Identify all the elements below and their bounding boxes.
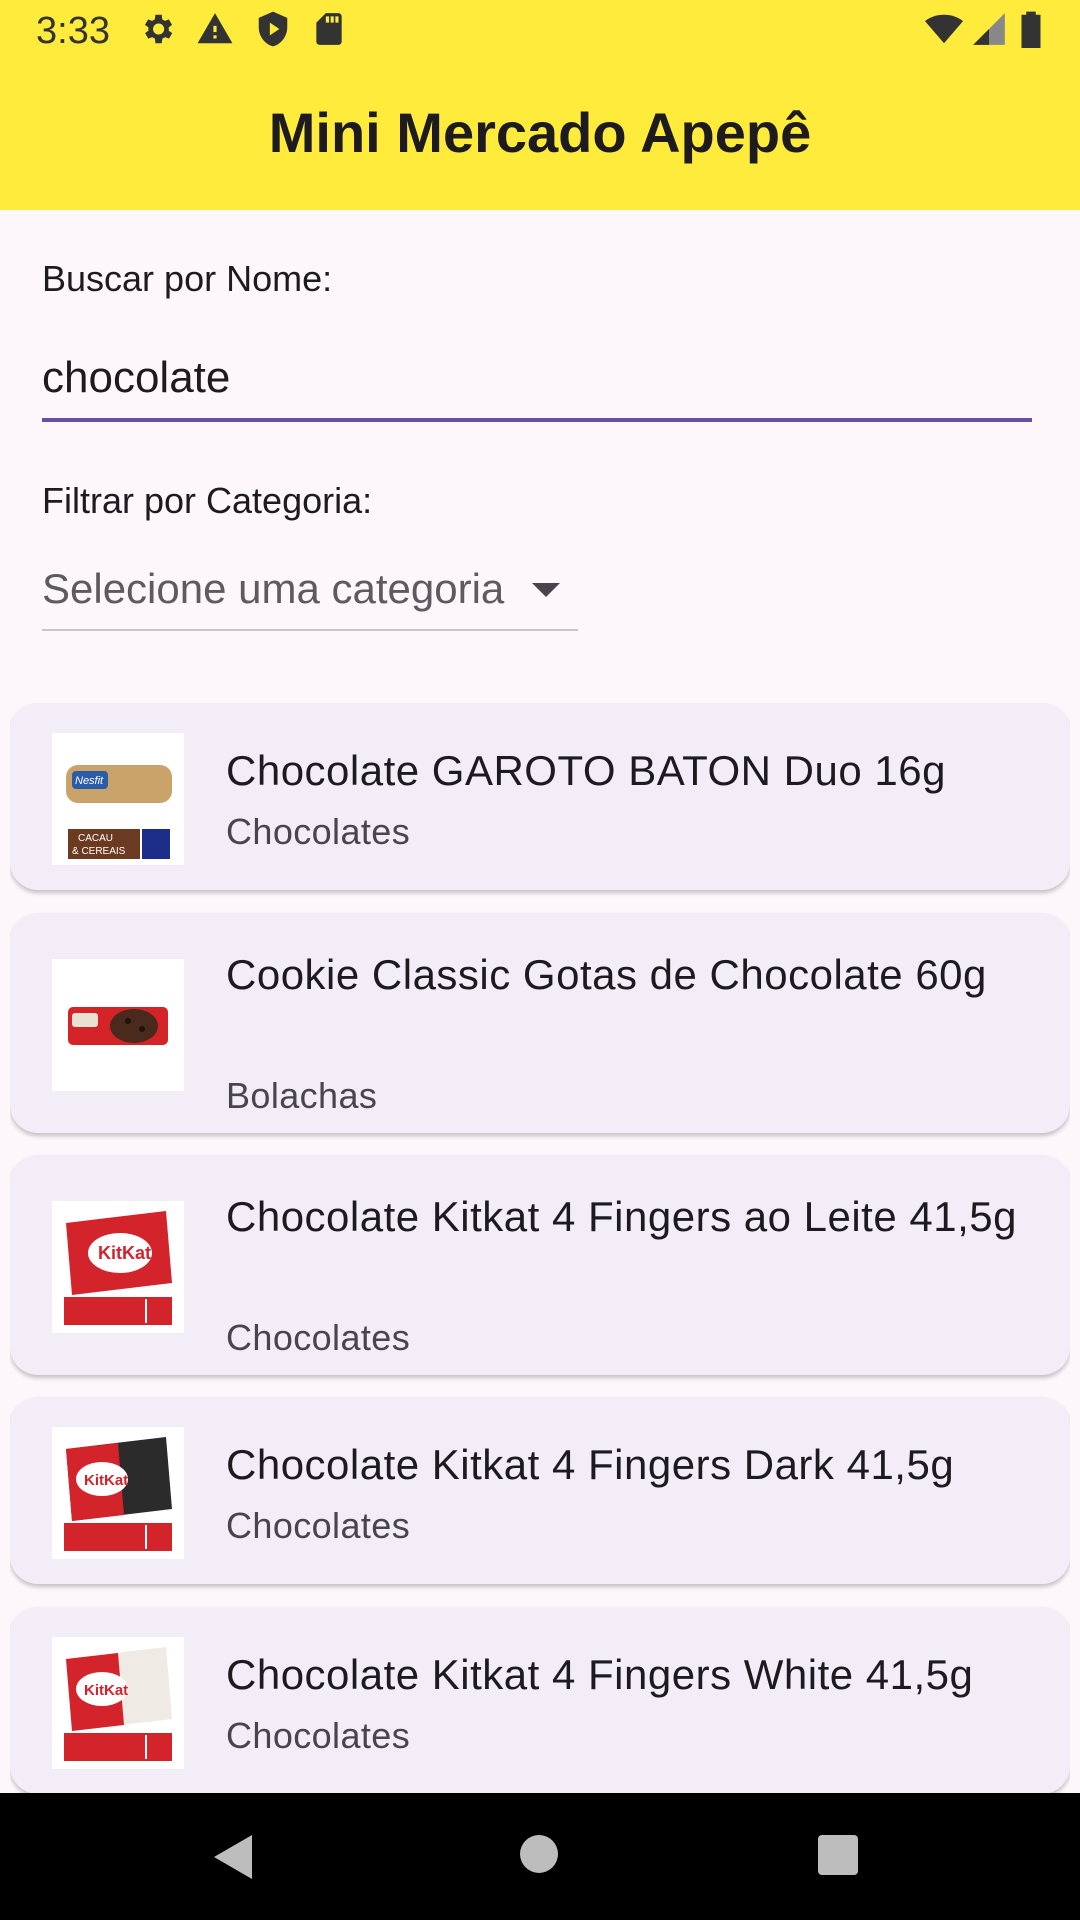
status-time: 3:33 (36, 10, 110, 52)
page-title: Mini Mercado Apepê (268, 101, 812, 164)
kitkat-white-image: KitKat (52, 1637, 184, 1769)
search-label: Buscar por Nome: (42, 258, 333, 299)
product-category: Chocolates (226, 1715, 411, 1756)
kitkat-dark-image: KitKat (52, 1427, 184, 1559)
home-icon[interactable] (520, 1835, 558, 1873)
search-input[interactable] (42, 338, 1032, 422)
svg-text:KitKat: KitKat (98, 1243, 151, 1263)
nestle-cookie-image (52, 959, 184, 1091)
product-name: Chocolate Kitkat 4 Fingers White 41,5g (226, 1651, 974, 1698)
svg-text:Nesfit: Nesfit (75, 775, 104, 787)
sd-card-icon (316, 13, 342, 45)
category-dropdown-value: Selecione uma categoria (42, 565, 505, 612)
product-category: Chocolates (226, 1317, 411, 1358)
product-name: Cookie Classic Gotas de Chocolate 60g (226, 951, 987, 998)
back-icon[interactable] (214, 1835, 252, 1879)
product-name: Chocolate Kitkat 4 Fingers Dark 41,5g (226, 1441, 955, 1488)
product-list[interactable]: Nesfit CACAU & CEREAIS Chocolate GAROTO … (10, 703, 1070, 1793)
product-card[interactable]: Nesfit CACAU & CEREAIS Chocolate GAROTO … (10, 703, 1070, 890)
status-bar: 3:33 (0, 0, 1080, 64)
product-category: Chocolates (226, 811, 411, 852)
shield-icon (258, 11, 288, 47)
product-category: Chocolates (226, 1505, 411, 1546)
product-name: Chocolate Kitkat 4 Fingers ao Leite 41,5… (226, 1193, 1017, 1240)
filter-label: Filtrar por Categoria: (42, 480, 373, 521)
svg-text:& CEREAIS: & CEREAIS (72, 846, 126, 857)
signal-icon (973, 13, 1005, 45)
svg-text:KitKat: KitKat (84, 1472, 128, 1489)
kitkat-milk-image: KitKat (52, 1201, 184, 1333)
wifi-icon (925, 14, 963, 44)
app-header: 3:33 Mini Mercado Apepê (0, 0, 1080, 210)
product-name: Chocolate GAROTO BATON Duo 16g (226, 747, 946, 794)
product-category: Bolachas (226, 1075, 378, 1116)
product-card[interactable]: KitKat Chocolate Kitkat 4 Fingers Dark 4… (10, 1397, 1070, 1584)
category-dropdown[interactable]: Selecione uma categoria (42, 555, 578, 631)
battery-icon (1021, 11, 1041, 48)
settings-icon (144, 14, 173, 44)
product-card[interactable]: Cookie Classic Gotas de Chocolate 60g Bo… (10, 913, 1070, 1133)
product-card[interactable]: KitKat Chocolate Kitkat 4 Fingers White … (10, 1607, 1070, 1793)
dropdown-arrow-icon (532, 583, 560, 597)
svg-text:CACAU: CACAU (78, 833, 113, 844)
product-card[interactable]: KitKat Chocolate Kitkat 4 Fingers ao Lei… (10, 1155, 1070, 1375)
nesfit-cookie-image: Nesfit CACAU & CEREAIS (52, 733, 184, 865)
svg-text:KitKat: KitKat (84, 1682, 128, 1699)
recents-icon[interactable] (818, 1835, 858, 1875)
warning-icon (197, 13, 233, 44)
system-navigation-bar (0, 1793, 1080, 1920)
